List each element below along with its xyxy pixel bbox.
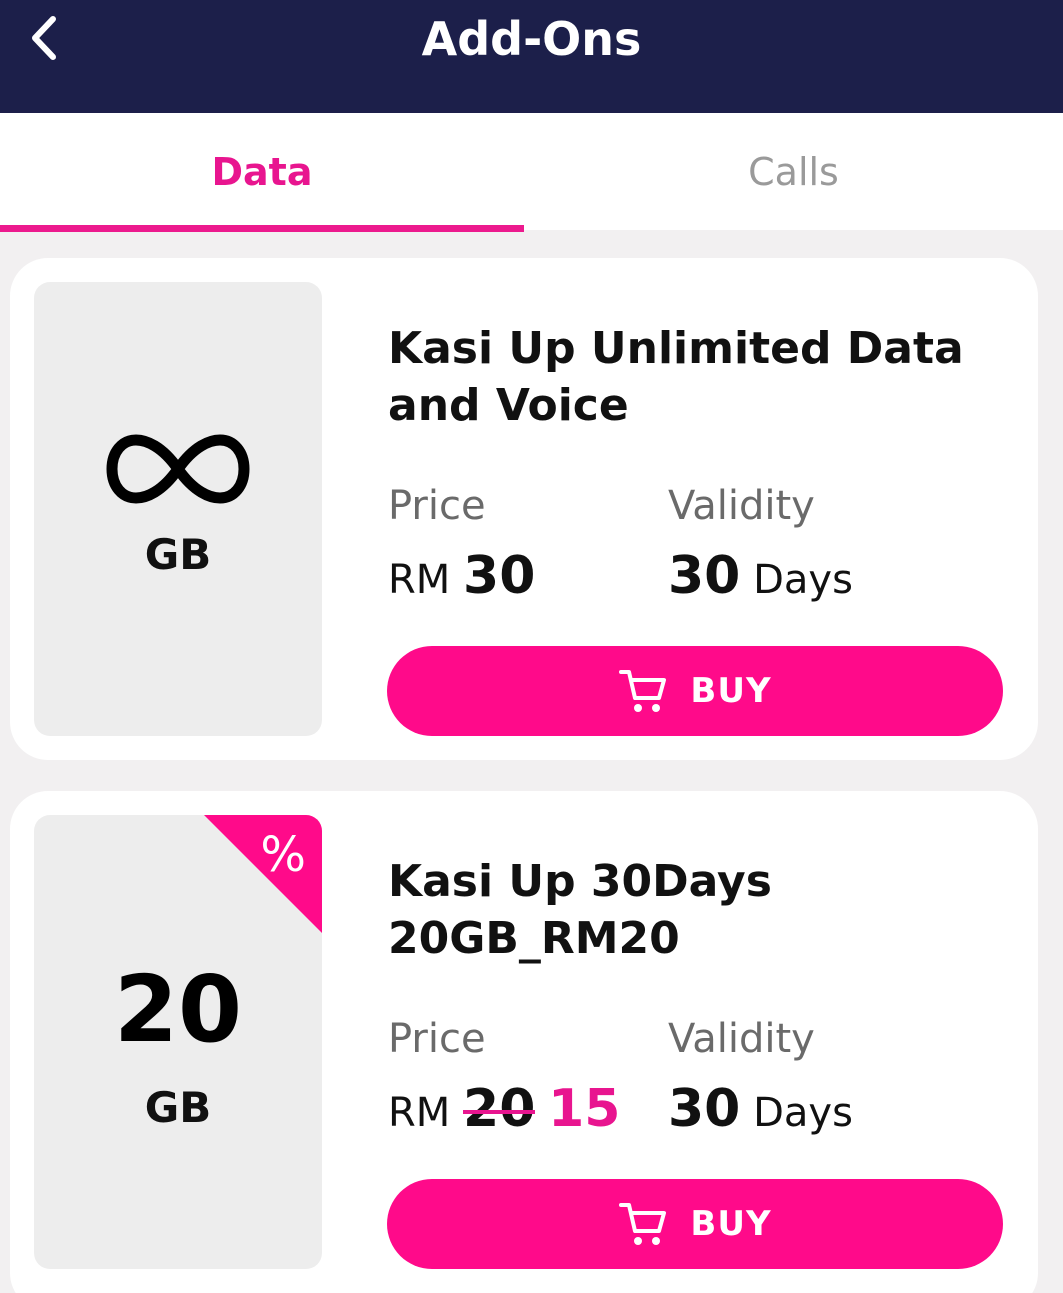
page-title: Add-Ons xyxy=(421,12,642,66)
infinity-icon xyxy=(106,434,250,504)
addon-thumbnail: 20 GB % xyxy=(34,815,322,1269)
currency: RM xyxy=(388,557,451,603)
buy-label: BUY xyxy=(690,671,772,711)
price-label: Price xyxy=(388,483,486,529)
original-price: 20 xyxy=(463,1079,536,1139)
validity-value: 30 Days xyxy=(668,548,853,608)
validity-number: 30 xyxy=(668,546,741,606)
validity-value: 30 Days xyxy=(668,1081,853,1141)
percent-icon: % xyxy=(260,827,306,883)
addon-title-line1: Kasi Up Unlimited Data xyxy=(388,323,964,374)
data-unit: GB xyxy=(144,530,212,579)
validity-label: Validity xyxy=(668,1016,815,1062)
data-unit: GB xyxy=(144,1083,212,1132)
tab-bar: Data Calls xyxy=(0,113,1063,230)
cart-icon xyxy=(619,670,667,712)
discounted-price: 15 xyxy=(548,1079,621,1139)
cart-icon xyxy=(619,1203,667,1245)
price-label: Price xyxy=(388,1016,486,1062)
validity-label: Validity xyxy=(668,483,815,529)
app-header: Add-Ons xyxy=(0,0,1063,113)
addon-thumbnail: GB xyxy=(34,282,322,736)
addon-card: GB Kasi Up Unlimited Data and Voice Pric… xyxy=(10,258,1038,760)
buy-button[interactable]: BUY xyxy=(387,646,1003,736)
price-value: RM 20 15 xyxy=(388,1081,621,1141)
addon-title-line2: 20GB_RM20 xyxy=(388,913,680,964)
addon-title: Kasi Up 30Days 20GB_RM20 xyxy=(388,853,1008,967)
currency: RM xyxy=(388,1090,451,1136)
tab-calls[interactable]: Calls xyxy=(524,113,1063,230)
buy-button[interactable]: BUY xyxy=(387,1179,1003,1269)
data-amount: 20 xyxy=(113,956,243,1063)
addon-card: 20 GB % Kasi Up 30Days 20GB_RM20 Price V… xyxy=(10,791,1038,1293)
validity-unit: Days xyxy=(753,1090,853,1136)
buy-label: BUY xyxy=(690,1204,772,1244)
price-value: RM 30 xyxy=(388,548,535,608)
validity-unit: Days xyxy=(753,557,853,603)
addon-title-line1: Kasi Up 30Days xyxy=(388,856,772,907)
price-amount: 30 xyxy=(463,546,536,606)
addon-title: Kasi Up Unlimited Data and Voice xyxy=(388,320,1008,434)
addon-title-line2: and Voice xyxy=(388,380,629,431)
validity-number: 30 xyxy=(668,1079,741,1139)
tab-data[interactable]: Data xyxy=(0,113,524,230)
active-tab-indicator xyxy=(0,225,524,232)
